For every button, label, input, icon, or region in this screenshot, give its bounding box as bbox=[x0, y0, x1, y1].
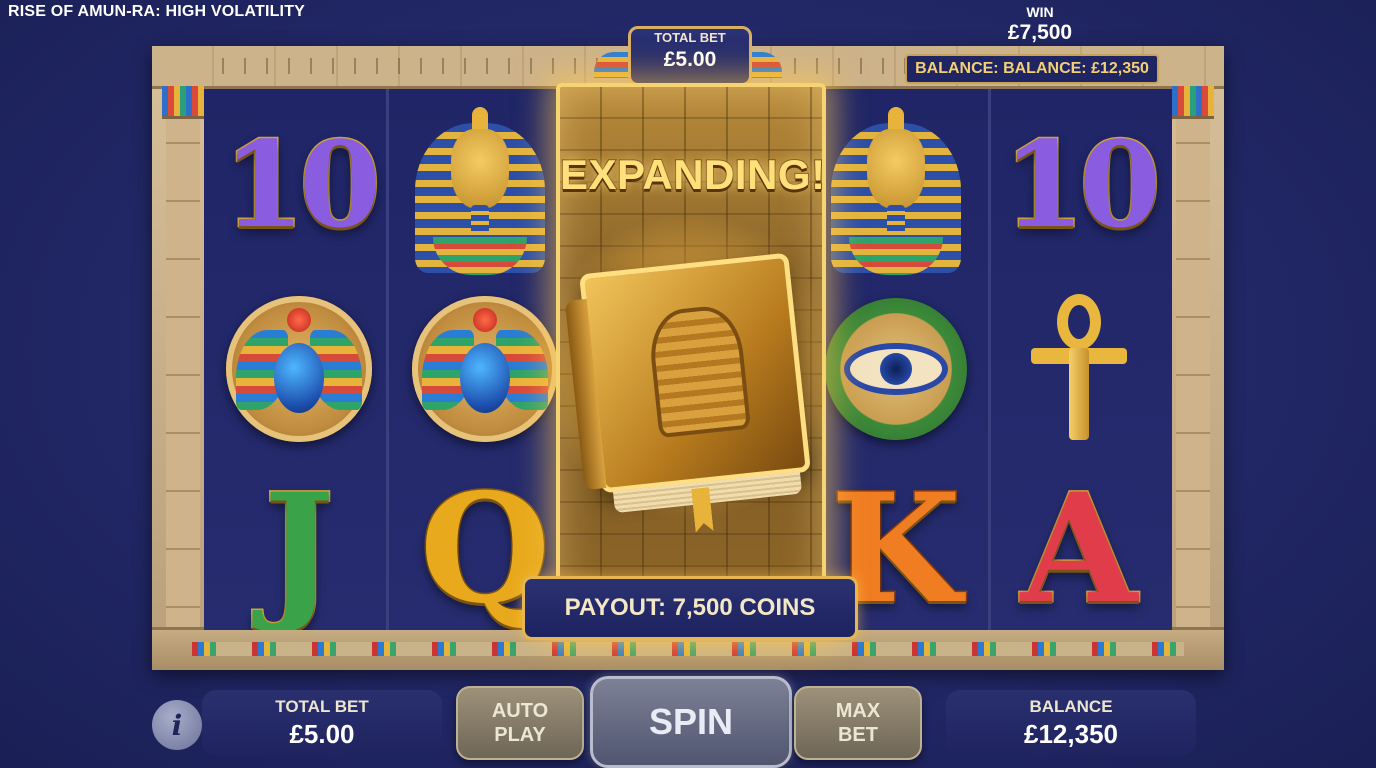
total-bet-label: TOTAL BET bbox=[275, 697, 369, 716]
total-bet-panel[interactable]: TOTAL BET £5.00 bbox=[202, 690, 442, 756]
ankh-stem bbox=[1069, 348, 1089, 440]
balance-label: BALANCE bbox=[1029, 697, 1113, 716]
expanding-reel: EXPANDING! bbox=[556, 83, 826, 636]
pillar-capital bbox=[162, 86, 204, 119]
reel-1-symbol-scarab bbox=[214, 289, 384, 449]
game-title: RISE OF AMUN-RA: HIGH VOLATILITY bbox=[8, 3, 306, 20]
reel-2-symbol-pharaoh bbox=[390, 99, 570, 279]
reel-5-symbol-10: 10 bbox=[994, 109, 1164, 259]
reel-divider bbox=[386, 89, 389, 630]
scarab-icon bbox=[412, 296, 558, 442]
reel-4-symbol-eye bbox=[806, 289, 986, 449]
max-bet-label-line1: MAX bbox=[835, 700, 881, 722]
reel-divider bbox=[988, 89, 991, 630]
spin-button[interactable]: SPIN bbox=[590, 676, 792, 768]
reel-1-symbol-j: J bbox=[214, 460, 384, 631]
ten-symbol: 10 bbox=[221, 113, 382, 255]
win-label: WIN bbox=[1026, 4, 1054, 20]
eye-shape bbox=[844, 343, 948, 395]
base-stripes bbox=[192, 642, 1184, 656]
pillar-capital bbox=[1172, 86, 1214, 119]
balance-value: £12,350 bbox=[1024, 719, 1118, 749]
balance-panel: BALANCE £12,350 bbox=[946, 690, 1196, 756]
header-total-bet-label: TOTAL BET bbox=[654, 30, 726, 45]
j-symbol: J bbox=[262, 460, 336, 631]
a-symbol: A bbox=[1019, 460, 1138, 631]
pharaoh-mask-icon bbox=[831, 99, 961, 279]
header-total-bet-value: £5.00 bbox=[663, 48, 717, 71]
auto-play-button[interactable]: AUTO PLAY bbox=[456, 686, 584, 760]
pharaoh-face bbox=[867, 129, 925, 209]
auto-play-label-line2: PLAY bbox=[494, 724, 546, 746]
scarab-body bbox=[460, 343, 510, 413]
scarab-icon bbox=[226, 296, 372, 442]
reel-5-symbol-a: A bbox=[994, 460, 1164, 631]
pharaoh-mask-icon bbox=[415, 99, 545, 279]
ankh-loop bbox=[1057, 294, 1101, 350]
max-bet-button[interactable]: MAX BET bbox=[794, 686, 922, 760]
ankh-icon bbox=[1031, 294, 1127, 444]
reel-5-symbol-ankh bbox=[994, 289, 1164, 449]
right-pillar bbox=[1172, 86, 1214, 630]
scarab-sun bbox=[287, 308, 311, 332]
book-pharaoh-emblem bbox=[646, 303, 752, 439]
max-bet-label-line2: BET bbox=[837, 724, 878, 746]
win-display: WIN £7,500 bbox=[990, 4, 1090, 45]
scarab-sun bbox=[473, 308, 497, 332]
eye-of-horus-icon bbox=[825, 298, 967, 440]
header-total-bet: TOTAL BET £5.00 bbox=[628, 26, 752, 86]
auto-play-label-line1: AUTO bbox=[491, 700, 549, 722]
expanding-title: EXPANDING! bbox=[560, 150, 826, 199]
ten-symbol: 10 bbox=[1001, 113, 1162, 255]
win-value: £7,500 bbox=[1007, 21, 1073, 44]
left-pillar bbox=[162, 86, 204, 630]
scarab-body bbox=[274, 343, 324, 413]
pharaoh-face bbox=[451, 129, 509, 209]
total-bet-value: £5.00 bbox=[289, 719, 355, 749]
book-of-dead-icon bbox=[564, 252, 811, 494]
info-icon[interactable]: i bbox=[152, 700, 202, 750]
reel-1-symbol-10: 10 bbox=[214, 109, 384, 259]
reel-4-symbol-pharaoh bbox=[806, 99, 986, 279]
payout-banner: PAYOUT: 7,500 COINS bbox=[522, 576, 858, 640]
reel-2-symbol-scarab bbox=[400, 289, 570, 449]
header-balance: BALANCE: BALANCE: £12,350 bbox=[905, 54, 1159, 84]
eye-iris bbox=[880, 353, 912, 385]
